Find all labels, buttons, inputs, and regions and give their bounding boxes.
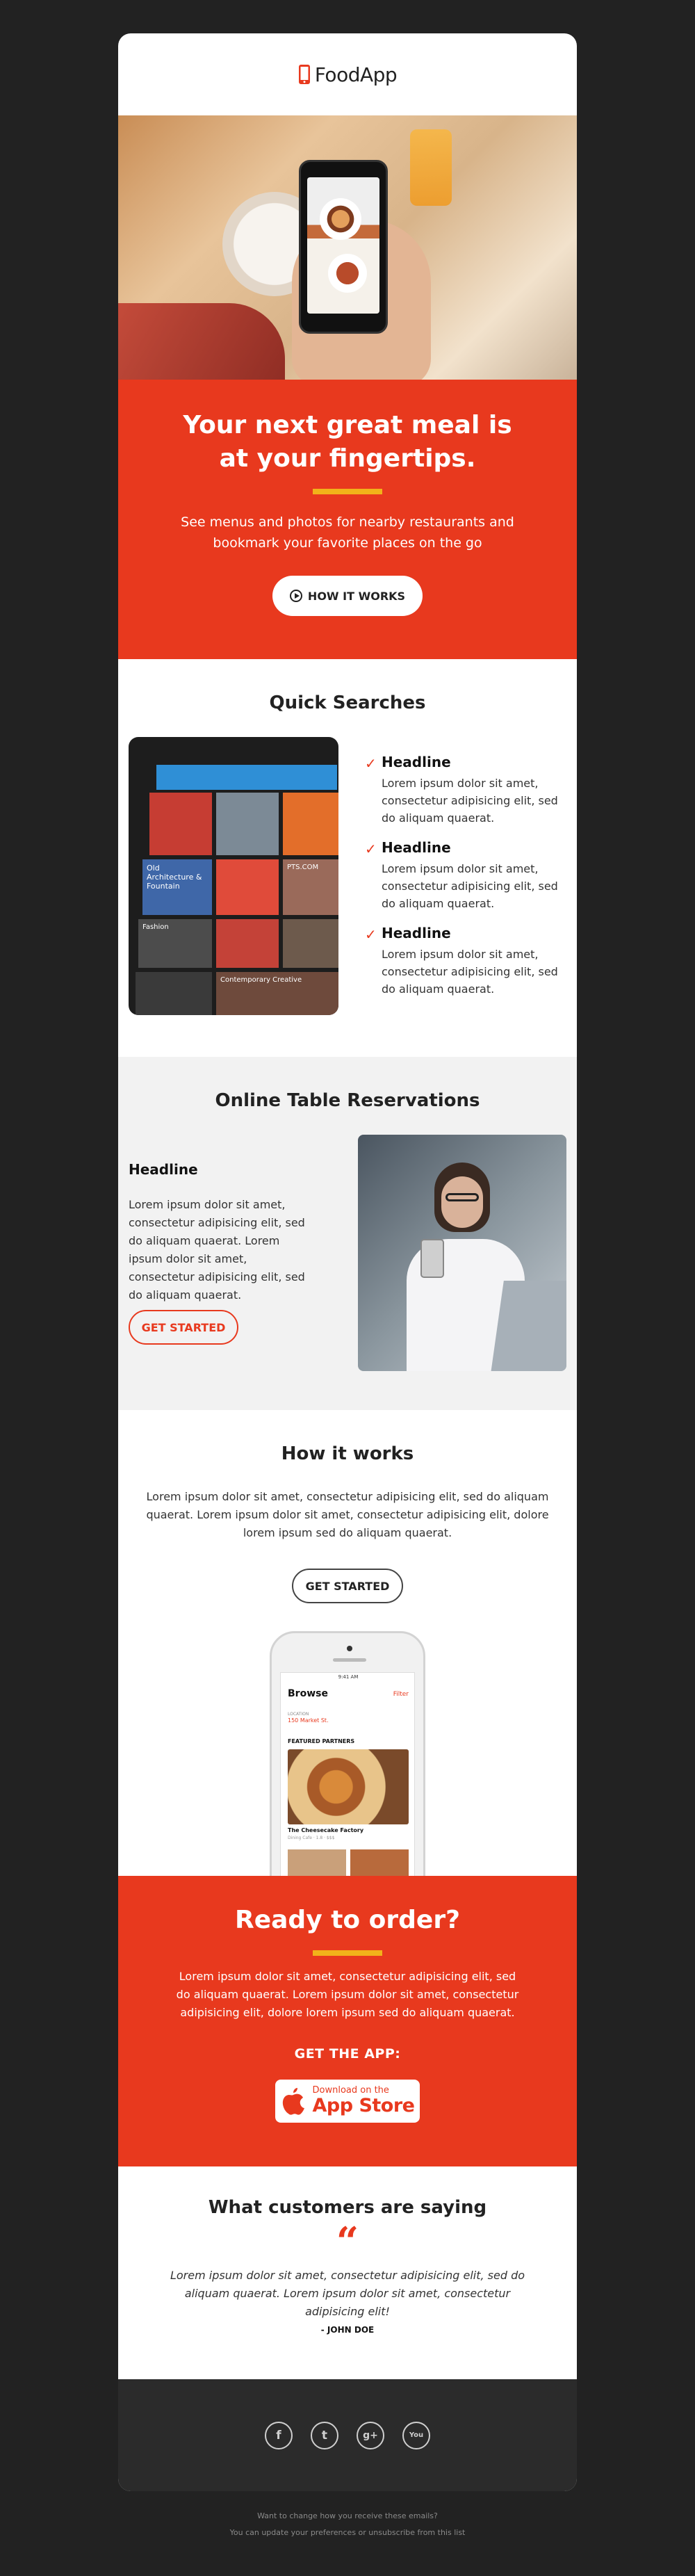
- sleeve-graphic: [118, 303, 285, 380]
- reservations-body: Lorem ipsum dolor sit amet, consectetur …: [129, 1198, 305, 1302]
- feature-headline: Headline: [382, 839, 451, 856]
- twitter-icon[interactable]: t: [311, 2421, 338, 2449]
- phone-icon: [298, 65, 310, 84]
- quote-mark-icon: “: [336, 2219, 359, 2265]
- location-value[interactable]: 150 Market St.: [288, 1717, 329, 1724]
- email-card: FoodApp Your next great meal is at your …: [118, 33, 577, 2491]
- phone-screen: [307, 177, 379, 314]
- ready-title: Ready to order?: [235, 1906, 460, 1934]
- tablet-tile: [216, 859, 279, 915]
- legal-line-1: Want to change how you receive these ema…: [257, 2511, 438, 2520]
- youtube-icon[interactable]: You: [402, 2421, 430, 2449]
- location-label: LOCATION: [288, 1712, 309, 1717]
- tablet-tile: [216, 793, 279, 855]
- restaurant-meta: Dining Cafe · 1.8 · $$$: [288, 1836, 335, 1840]
- screen-title: Browse: [288, 1688, 328, 1699]
- tablet-tile-4: Contemporary Creative: [216, 972, 338, 1015]
- tablet-topbar: [156, 765, 337, 790]
- smartphone-graphic: [299, 160, 388, 334]
- tablet-image: Old Architecture & Fountain PTS.COM Fash…: [129, 737, 338, 1015]
- feature-headline: Headline: [382, 754, 451, 770]
- how-it-works-button[interactable]: HOW IT WORKS: [272, 576, 423, 616]
- button-label: GET STARTED: [141, 1320, 226, 1334]
- button-label: GET STARTED: [305, 1579, 390, 1593]
- section-title: Quick Searches: [269, 692, 426, 713]
- filter-link[interactable]: Filter: [393, 1691, 409, 1698]
- play-icon: [289, 590, 302, 602]
- quick-searches-section: Quick Searches Old Architecture & Founta…: [118, 659, 577, 1057]
- section-title: How it works: [281, 1443, 414, 1464]
- apple-icon: [282, 2088, 304, 2115]
- testimonial-author: - JOHN DOE: [320, 2325, 375, 2335]
- glasses-graphic: [445, 1193, 479, 1201]
- checkmark-icon: ✓: [365, 841, 377, 857]
- accent-divider: [313, 489, 382, 494]
- tablet-tile-3: Fashion: [138, 919, 212, 968]
- how-it-works-section: How it works Lorem ipsum dolor sit amet,…: [118, 1410, 577, 1876]
- food-thumbnail[interactable]: [288, 1849, 346, 1876]
- checkmark-icon: ✓: [365, 926, 377, 943]
- store-text: Download on the App Store: [313, 2086, 415, 2116]
- ready-to-order-band: Ready to order? Lorem ipsum dolor sit am…: [118, 1876, 577, 2166]
- featured-label: FEATURED PARTNERS: [288, 1738, 355, 1744]
- drink-graphic: [410, 129, 452, 206]
- restaurant-name[interactable]: The Cheesecake Factory: [288, 1827, 363, 1833]
- face-graphic: [441, 1176, 483, 1228]
- woman-with-phone-photo: [358, 1135, 566, 1371]
- speaker-grille: [333, 1658, 366, 1662]
- testimonial-text: Lorem ipsum dolor sit amet, consectetur …: [170, 2269, 525, 2318]
- iphone-mockup: 9:41 AM Browse Filter LOCATION 150 Marke…: [270, 1631, 425, 1876]
- app-screen: 9:41 AM Browse Filter LOCATION 150 Marke…: [280, 1672, 415, 1876]
- unsubscribe-link[interactable]: You can update your preferences or unsub…: [0, 2528, 695, 2537]
- get-started-button[interactable]: GET STARTED: [129, 1310, 238, 1345]
- email-header: FoodApp: [118, 33, 577, 115]
- testimonials-section: What customers are saying “ Lorem ipsum …: [118, 2166, 577, 2379]
- accent-divider: [313, 1950, 382, 1956]
- feature-body: Lorem ipsum dolor sit amet, consectetur …: [382, 948, 558, 996]
- feature-body: Lorem ipsum dolor sit amet, consectetur …: [382, 862, 558, 910]
- section-title: What customers are saying: [208, 2197, 487, 2218]
- food-photo: [328, 254, 367, 293]
- tablet-tile: [283, 919, 338, 968]
- hero-subtitle: See menus and photos for nearby restaura…: [181, 515, 514, 551]
- food-thumbnail[interactable]: [350, 1849, 409, 1876]
- checkmark-icon: ✓: [365, 755, 377, 772]
- tablet-tile: [136, 972, 212, 1015]
- app-store-badge[interactable]: Download on the App Store: [275, 2080, 420, 2123]
- how-body: Lorem ipsum dolor sit amet, consectetur …: [146, 1490, 549, 1539]
- get-started-button[interactable]: GET STARTED: [292, 1569, 403, 1603]
- phone-graphic: [420, 1239, 444, 1278]
- ready-body: Lorem ipsum dolor sit amet, consectetur …: [176, 1970, 519, 2019]
- camera-dot: [347, 1646, 352, 1651]
- google-plus-icon[interactable]: g+: [357, 2421, 384, 2449]
- intro-band: Your next great meal is at your fingerti…: [118, 380, 577, 659]
- brand-name: FoodApp: [314, 63, 398, 86]
- feature-body: Lorem ipsum dolor sit amet, consectetur …: [382, 777, 558, 825]
- feature-headline: Headline: [382, 925, 451, 941]
- section-title: Online Table Reservations: [215, 1090, 480, 1111]
- store-big-text: App Store: [312, 2095, 415, 2116]
- tablet-tile: [216, 919, 279, 968]
- button-label: HOW IT WORKS: [307, 589, 406, 603]
- get-the-app-label: GET THE APP:: [294, 2046, 401, 2061]
- food-photo: [288, 1749, 409, 1824]
- reservations-headline: Headline: [129, 1161, 198, 1178]
- food-photo: [320, 198, 361, 240]
- tablet-tile: [149, 793, 212, 855]
- hero-image: [118, 115, 577, 380]
- status-time: 9:41 AM: [338, 1674, 359, 1680]
- hero-title: Your next great meal is at your fingerti…: [183, 411, 512, 473]
- laptop-graphic: [490, 1281, 566, 1371]
- social-footer: f t g+ You: [118, 2379, 577, 2491]
- tablet-tile-1: Old Architecture & Fountain: [142, 859, 212, 915]
- store-small-text: Download on the: [312, 2085, 389, 2096]
- facebook-icon[interactable]: f: [265, 2421, 293, 2449]
- tablet-tile: [283, 793, 338, 855]
- tablet-tile-2: PTS.COM: [283, 859, 338, 915]
- reservations-section: Online Table Reservations Headline Lorem…: [118, 1057, 577, 1410]
